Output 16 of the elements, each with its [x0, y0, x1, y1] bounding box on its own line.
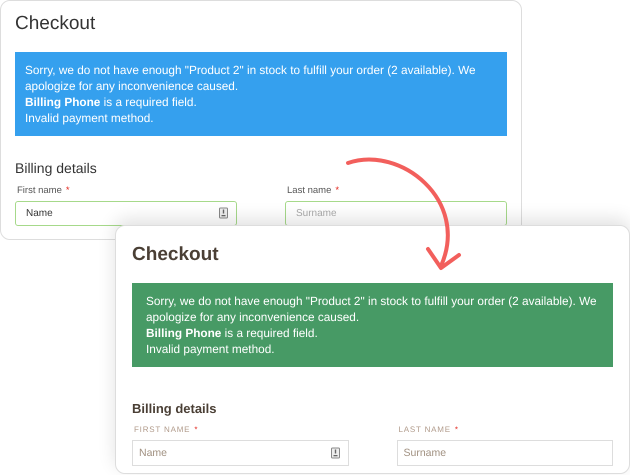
- page-title: Checkout: [132, 244, 220, 267]
- contact-card-icon[interactable]: [330, 448, 340, 459]
- field-label: Last name *: [287, 184, 340, 198]
- field-label: FIRST NAME *: [134, 424, 198, 436]
- error-notice: Sorry, we do not have enough "Product 2" in stock to fulfill your order (2 available). We apologize for any inconvenience caused. Billing Phone is a required field. Invalid payment method.: [15, 52, 507, 136]
- contact-card-icon[interactable]: [219, 208, 228, 219]
- page-title: Checkout: [15, 13, 96, 36]
- error-notice: Sorry, we do not have enough "Product 2" in stock to fulfill your order (2 available). We apologize for any inconvenience caused. Billing Phone is a required field. Invalid payment method.: [132, 282, 613, 367]
- section-title: Billing details: [15, 160, 98, 177]
- section-title: Billing details: [132, 400, 218, 416]
- text-field[interactable]: Surname: [396, 440, 613, 466]
- field-label: LAST NAME *: [398, 424, 459, 436]
- text-field[interactable]: Name: [15, 200, 237, 226]
- field-label: First name *: [17, 184, 70, 198]
- text-field[interactable]: Surname: [285, 200, 507, 226]
- text-field[interactable]: Name: [132, 440, 348, 466]
